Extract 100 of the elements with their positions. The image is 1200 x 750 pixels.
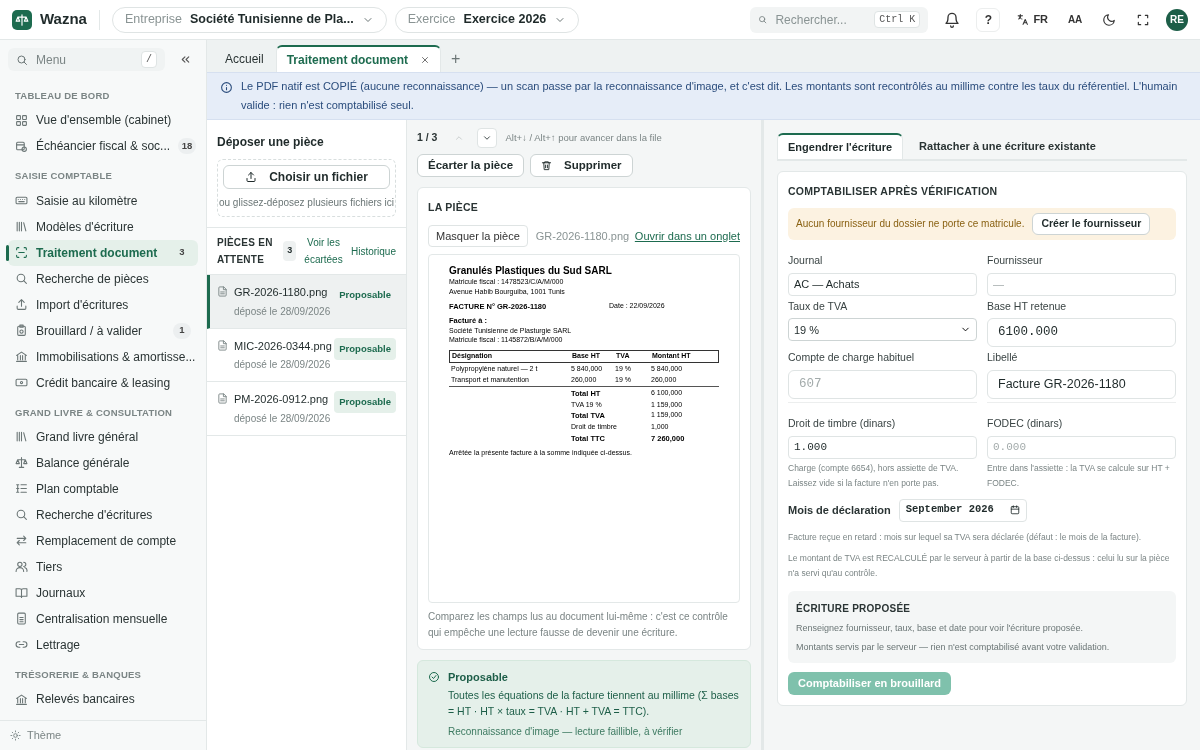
nav-item[interactable]: Relevés bancaires (8, 686, 198, 712)
books-icon (15, 220, 28, 233)
invoice-company: Granulés Plastiques du Sud SARL (449, 264, 613, 278)
drop-zone[interactable]: Choisir un fichier ou glissez-déposez plusieurs fichiers ici (217, 159, 396, 217)
item-count: 3 (178, 245, 186, 260)
context-selector[interactable]: Entreprise Société Tunisienne de Pla... (111, 6, 387, 33)
document-icon (217, 286, 228, 297)
app-name: Wazna (40, 9, 87, 30)
month-field[interactable]: September 2026 (898, 498, 1027, 522)
spreadsheet-icon (15, 612, 28, 626)
nav-item[interactable]: Recherche de pièces (8, 265, 198, 292)
nav-item[interactable]: Lettrage (8, 631, 198, 658)
field-label: Fournisseur (987, 252, 1044, 268)
nav-item[interactable]: Import d'écritures (8, 291, 198, 318)
nav-item[interactable]: Modèles d'écriture (8, 213, 198, 240)
close-icon[interactable] (420, 54, 431, 65)
shortcut-key: / (141, 51, 157, 68)
help-button[interactable]: ? (976, 7, 1001, 32)
result-title: Proposable (448, 669, 509, 685)
bank-icon (15, 350, 28, 363)
select-field[interactable]: 19 % (788, 318, 977, 342)
bell-icon[interactable] (944, 11, 961, 28)
create-supplier-button[interactable]: Créer le fournisseur (1032, 212, 1151, 235)
discarded-link[interactable]: Voir les écartées (304, 234, 343, 268)
keyboard-icon (15, 194, 28, 207)
user-avatar[interactable]: RE (1166, 8, 1188, 31)
context-selector[interactable]: Exercice Exercice 2026 (394, 6, 580, 33)
search-field[interactable]: Rechercher... Ctrl K (750, 6, 929, 33)
status-label: Proposable (334, 391, 396, 414)
tab[interactable]: Accueil (215, 45, 274, 72)
section-heading: GRAND LIVRE & CONSULTATION (14, 405, 174, 420)
queue-item[interactable]: MIC-2026-0344.png déposé le 28/09/2026 Proposable (207, 328, 406, 382)
nav-item[interactable]: Remplacement de compte (8, 527, 198, 554)
scale-icon (15, 456, 28, 470)
nav-item[interactable]: Saisie au kilomètre (8, 187, 198, 214)
language-button[interactable]: FR (1016, 11, 1049, 28)
search-icon (15, 272, 28, 285)
help-text: Entre dans l'assiette : la TVA se calcule sur HT + FODEC. (987, 461, 1171, 490)
menu-search-field[interactable]: Menu / (8, 48, 165, 71)
upload-date: déposé le 28/09/2026 (234, 304, 332, 319)
section-heading: SAISIE COMPTABLE (14, 169, 114, 184)
delete-button[interactable]: Supprimer (530, 154, 633, 177)
file-name: GR-2026-1180.png (234, 285, 329, 300)
theme-toggle[interactable]: Thème (27, 727, 62, 744)
tab[interactable]: Engendrer l'écriture (777, 133, 904, 159)
upload-icon (245, 171, 258, 183)
nav-item[interactable]: Tiers (8, 553, 198, 580)
chevron-up-icon (454, 133, 465, 143)
card-title: LA PIÈCE (428, 200, 480, 215)
nav-item[interactable]: Grand livre général (8, 423, 198, 450)
check-circle-icon (428, 670, 440, 683)
field-label: FODEC (dinars) (987, 416, 1064, 431)
input-field[interactable]: 6100.000 (987, 318, 1176, 348)
logo-icon (12, 9, 32, 30)
nav-item[interactable]: Traitement document 3 (8, 239, 198, 266)
nav-item[interactable]: Échéancier fiscal & soc... 18 (8, 133, 198, 160)
document-icon (217, 393, 228, 404)
nav-item[interactable]: Balance générale (8, 449, 198, 476)
moon-icon[interactable] (1102, 12, 1116, 27)
grid-icon (15, 113, 28, 127)
collapse-icon[interactable] (179, 53, 192, 66)
input-field[interactable]: Facture GR-2026-1180 (987, 370, 1176, 399)
open-tab-link[interactable]: Ouvrir dans un onglet (634, 227, 740, 244)
card-title: COMPTABILISER APRÈS VÉRIFICATION (788, 184, 999, 199)
result-note: Reconnaissance d'image — lecture faillible, à vérifier (448, 725, 684, 740)
nav-item[interactable]: Brouillard / à valider 1 (8, 317, 198, 344)
swap-icon (15, 534, 28, 548)
item-count: 18 (178, 138, 197, 155)
tab[interactable]: Rattacher à une écriture existante (909, 133, 1106, 159)
nav-item[interactable]: Centralisation mensuelle (8, 605, 198, 632)
nav-item[interactable]: Crédit bancaire & leasing (8, 369, 198, 396)
book-icon (15, 586, 28, 600)
shortcut-key: Ctrl K (874, 11, 921, 28)
queue-item[interactable]: PM-2026-0912.png déposé le 28/09/2026 Proposable (207, 382, 406, 436)
text-size-button[interactable]: AA (1068, 12, 1082, 27)
nav-item[interactable]: Immobilisations & amortisse... (8, 343, 198, 370)
sun-icon (10, 730, 21, 741)
history-link[interactable]: Historique (350, 243, 396, 259)
file-name: PM-2026-0912.png (234, 392, 330, 407)
upload-date: déposé le 28/09/2026 (234, 411, 332, 426)
nav-item[interactable]: Plan comptable (8, 475, 198, 502)
nav-item[interactable]: Vue d'ensemble (cabinet) (8, 107, 198, 134)
new-tab-button[interactable]: + (443, 45, 469, 72)
queue-item[interactable]: GR-2026-1180.png déposé le 28/09/2026 Proposable (207, 275, 406, 329)
input-field[interactable]: 1.000 (788, 435, 977, 459)
bank-icon (15, 692, 28, 706)
choose-file-button[interactable]: Choisir un fichier (223, 165, 390, 189)
card-icon (15, 376, 28, 389)
nav-item[interactable]: Journaux (8, 579, 198, 606)
fullscreen-icon[interactable] (1136, 12, 1150, 27)
tab[interactable]: Traitement document (275, 45, 442, 72)
trash-icon (541, 160, 553, 171)
input-field[interactable]: AC — Achats (788, 272, 977, 296)
hide-document-button[interactable]: Masquer la pièce (428, 224, 528, 247)
panel-text: Renseignez fournisseur, taux, base et date pour voir l'écriture proposée. (796, 621, 1084, 635)
nav-item[interactable]: Recherche d'écritures (8, 501, 198, 528)
item-count: 1 (173, 322, 191, 339)
chevron-down-icon (482, 133, 493, 143)
section-heading: TABLEAU DE BORD (14, 89, 111, 103)
discard-button[interactable]: Écarter la pièce (417, 154, 525, 177)
